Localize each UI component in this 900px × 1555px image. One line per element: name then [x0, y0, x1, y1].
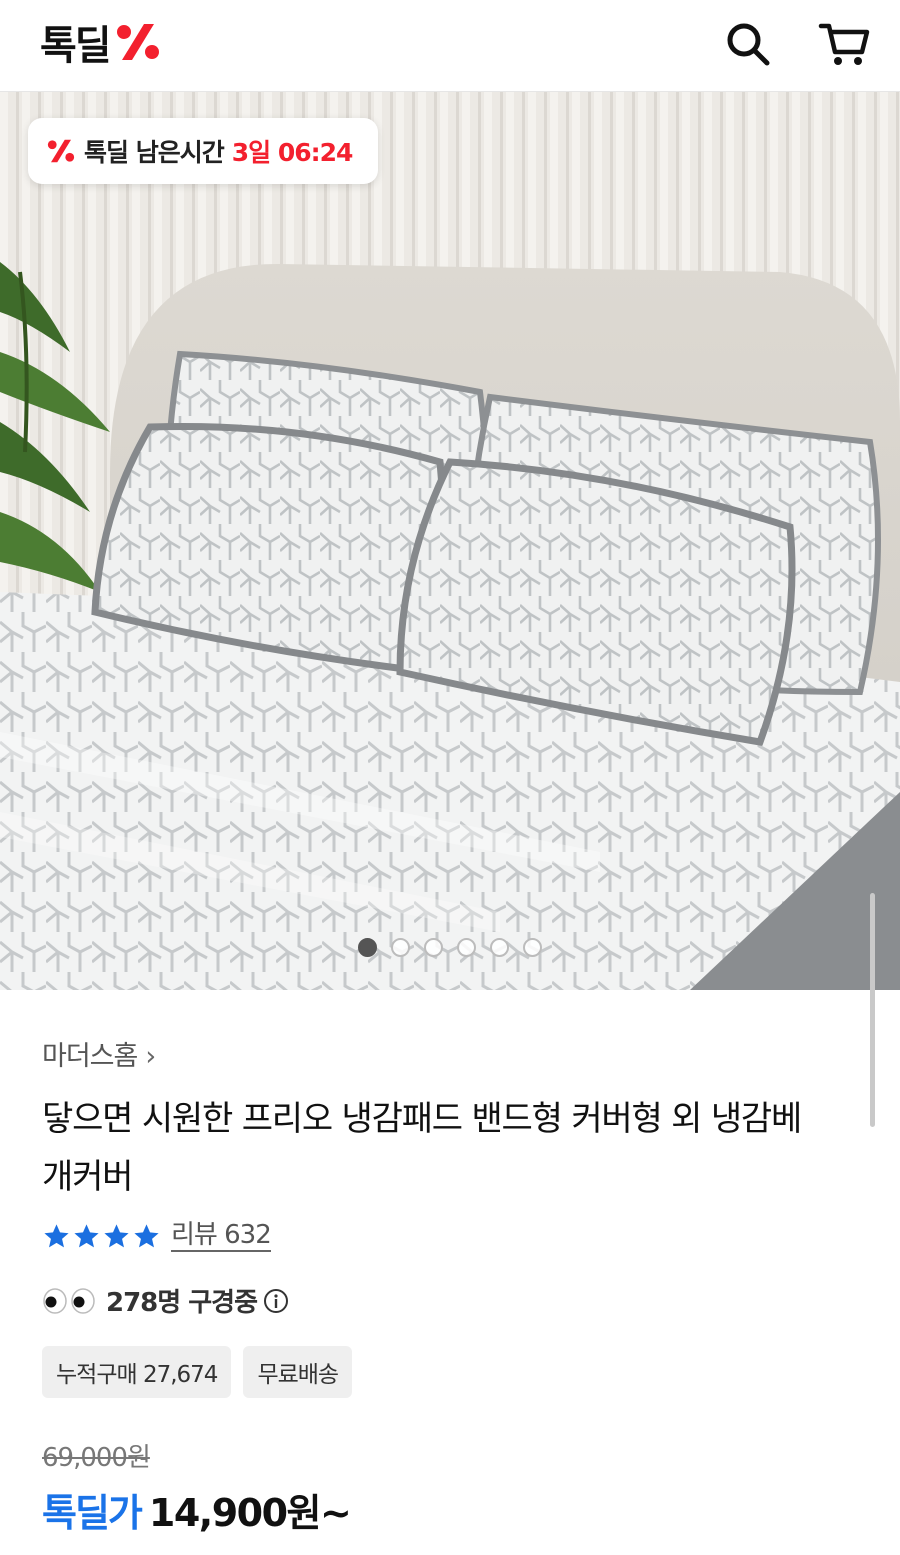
free-shipping-chip: 무료배송	[243, 1346, 353, 1398]
rating-row: 리뷰 632	[42, 1220, 272, 1252]
info-icon[interactable]	[263, 1288, 289, 1314]
sale-label: 톡딜가	[42, 1491, 143, 1535]
timer-time: 3일 06:24	[231, 138, 354, 167]
carousel-dot[interactable]	[358, 938, 377, 957]
star-icon	[104, 1223, 129, 1247]
sale-price-row: 톡딜가 14,900원~	[42, 1482, 352, 1537]
cart-icon	[818, 23, 870, 65]
percent-logo-icon	[116, 24, 159, 60]
chevron-right-icon: ›	[145, 1041, 156, 1072]
star-rating	[42, 1222, 161, 1251]
product-photo	[0, 92, 900, 990]
star-icon	[134, 1223, 159, 1247]
carousel-dot[interactable]	[523, 938, 542, 957]
product-image-carousel[interactable]: 톡딜 남은시간 3일 06:24	[0, 92, 900, 990]
carousel-dot[interactable]	[457, 938, 476, 957]
cumulative-purchase-chip: 누적구매 27,674	[42, 1346, 232, 1398]
product-chips: 누적구매 27,674 무료배송	[42, 1346, 353, 1398]
brand-link[interactable]: 마더스홈 ›	[42, 1034, 156, 1073]
sale-price: 14,900원~	[148, 1491, 352, 1535]
original-price: 69,000원	[42, 1443, 151, 1473]
star-icon	[44, 1223, 69, 1247]
app-header: 톡딜	[0, 0, 900, 92]
logo-text: 톡딜	[40, 23, 112, 69]
timer-label: 톡딜 남은시간	[84, 138, 225, 167]
eyes-icon	[42, 1287, 96, 1314]
talkdeal-logo[interactable]: 톡딜	[40, 18, 162, 69]
viewers-row: 278명 구경중	[42, 1282, 289, 1319]
search-icon	[727, 23, 770, 66]
search-button[interactable]	[720, 16, 776, 72]
carousel-dot[interactable]	[490, 938, 509, 957]
carousel-dot[interactable]	[391, 938, 410, 957]
carousel-indicator	[358, 938, 542, 957]
product-title: 닿으면 시원한 프리오 냉감패드 밴드형 커버형 외 냉감베개커버	[42, 1099, 802, 1197]
percent-icon	[47, 139, 75, 163]
viewers-count: 278명 구경중	[106, 1288, 258, 1318]
review-link[interactable]: 리뷰 632	[171, 1220, 272, 1252]
carousel-dot[interactable]	[424, 938, 443, 957]
page-scrollbar[interactable]	[870, 893, 875, 1127]
brand-name: 마더스홈	[42, 1041, 138, 1072]
cart-button[interactable]	[816, 16, 872, 72]
star-icon	[74, 1223, 99, 1247]
deal-timer-badge: 톡딜 남은시간 3일 06:24	[28, 118, 378, 184]
